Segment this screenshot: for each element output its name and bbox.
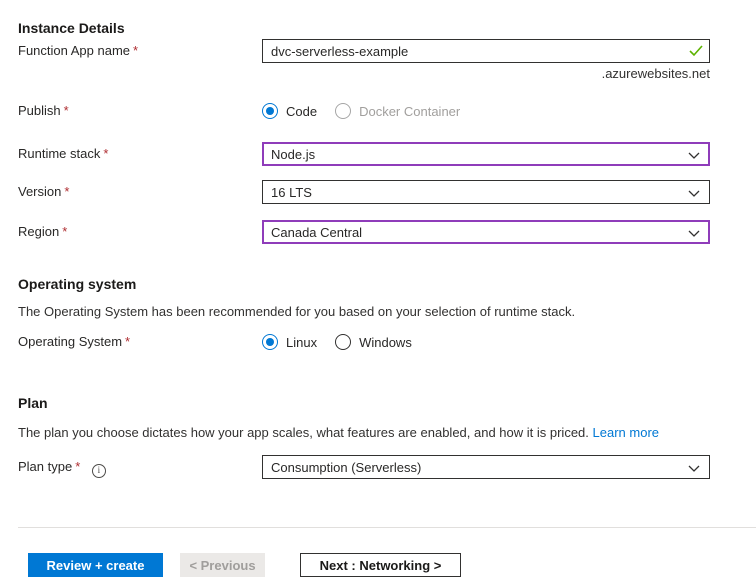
runtime-stack-dropdown[interactable]: Node.js (262, 142, 710, 166)
instance-details-heading: Instance Details (18, 20, 125, 36)
operating-system-description: The Operating System has been recommende… (18, 304, 576, 319)
plan-type-row: Plan type * i Consumption (Serverless) (18, 455, 738, 479)
runtime-stack-label: Runtime stack * (18, 146, 109, 161)
chevron-down-icon (688, 147, 700, 162)
os-linux-radio[interactable]: Linux (262, 334, 317, 350)
publish-docker-label: Docker Container (359, 103, 461, 119)
chevron-down-icon (688, 460, 700, 475)
operating-system-heading: Operating system (18, 276, 137, 292)
previous-button: < Previous (180, 553, 265, 577)
required-asterisk: * (103, 146, 109, 161)
os-linux-label: Linux (286, 334, 318, 350)
version-dropdown[interactable]: 16 LTS (262, 180, 710, 204)
next-networking-button[interactable]: Next : Networking > (300, 553, 461, 577)
function-app-name-row: Function App name * (18, 39, 738, 63)
radio-unselected-icon (335, 334, 352, 350)
runtime-stack-row: Runtime stack * Node.js (18, 142, 738, 166)
review-create-button[interactable]: Review + create (28, 553, 163, 577)
footer-buttons: Review + create < Previous Next : Networ… (18, 528, 738, 577)
function-app-name-label: Function App name * (18, 43, 139, 58)
publish-code-radio[interactable]: Code (262, 103, 317, 119)
os-windows-label: Windows (359, 334, 412, 350)
required-asterisk: * (63, 103, 69, 118)
version-value: 16 LTS (271, 184, 312, 200)
chevron-down-icon (688, 225, 700, 240)
chevron-down-icon (688, 185, 700, 200)
valid-checkmark-icon (689, 44, 703, 60)
required-asterisk: * (133, 43, 139, 58)
operating-system-row: Operating System * Linux Windows (18, 330, 738, 354)
learn-more-link[interactable]: Learn more (593, 425, 659, 440)
operating-system-label: Operating System * (18, 334, 131, 349)
required-asterisk: * (62, 224, 68, 239)
radio-disabled-icon (335, 103, 352, 119)
region-value: Canada Central (271, 224, 363, 240)
form-content: Instance Details Function App name* .azu… (0, 0, 756, 577)
radio-selected-icon (262, 334, 278, 350)
region-dropdown[interactable]: Canada Central (262, 220, 710, 244)
radio-selected-icon (262, 103, 278, 119)
os-windows-radio[interactable]: Windows (335, 334, 412, 350)
plan-type-label: Plan type * i (18, 455, 262, 479)
publish-label: Publish * (18, 103, 69, 118)
domain-suffix: .azurewebsites.net (601, 66, 710, 81)
required-asterisk: * (75, 459, 81, 474)
info-icon[interactable]: i (91, 463, 106, 478)
publish-docker-radio: Docker Container (335, 103, 460, 119)
region-row: Region * Canada Central (18, 220, 738, 244)
required-asterisk: * (64, 184, 70, 199)
plan-type-dropdown[interactable]: Consumption (Serverless) (262, 455, 710, 479)
version-row: Version * 16 LTS (18, 180, 738, 204)
function-app-name-input[interactable] (262, 39, 710, 63)
version-label: Version * (18, 184, 70, 199)
plan-heading: Plan (18, 395, 48, 411)
required-asterisk: * (125, 334, 131, 349)
runtime-stack-value: Node.js (271, 146, 316, 162)
publish-code-label: Code (286, 103, 318, 119)
publish-row: Publish * Code Docker Container (18, 99, 738, 123)
region-label: Region * (18, 224, 68, 239)
plan-description: The plan you choose dictates how your ap… (18, 425, 660, 440)
plan-type-value: Consumption (Serverless) (271, 459, 422, 475)
